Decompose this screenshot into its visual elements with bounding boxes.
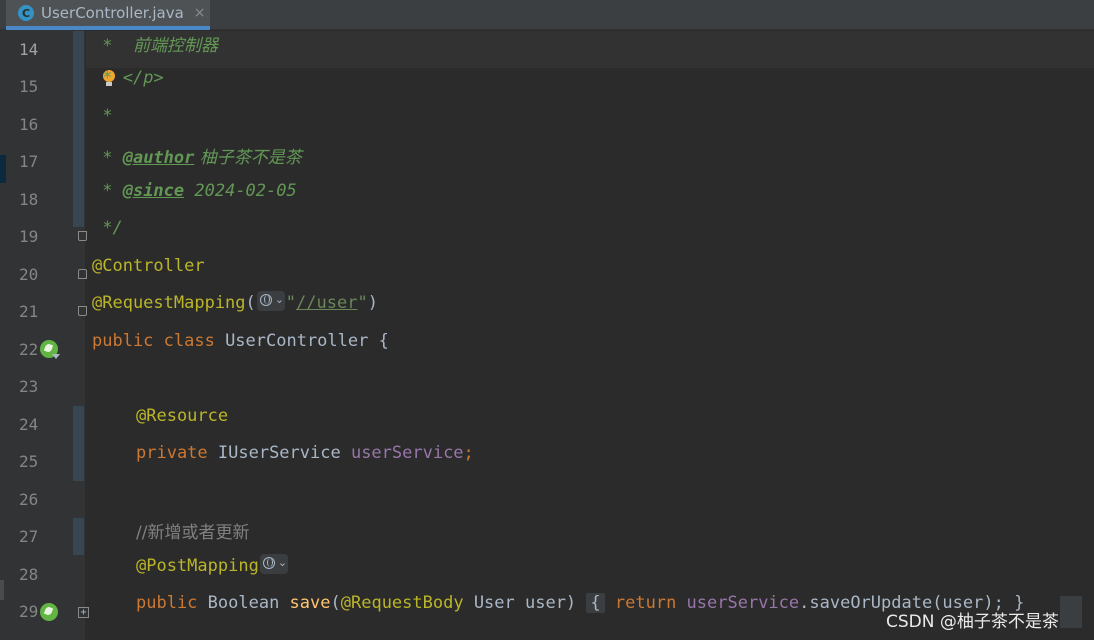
tool-window-strip bbox=[0, 30, 7, 640]
line-number: 27 bbox=[19, 527, 39, 546]
annotation: @RequestMapping bbox=[92, 293, 246, 313]
strip-marker bbox=[0, 155, 6, 183]
watermark: CSDN @柚子茶不是茶 bbox=[886, 612, 1059, 632]
code-line[interactable]: //新增或者更新 bbox=[136, 518, 249, 555]
code-line[interactable]: * 前端控制器 bbox=[92, 31, 218, 68]
semicolon: ; bbox=[463, 443, 474, 463]
strip-marker bbox=[0, 580, 4, 600]
comment-text: </p> bbox=[122, 68, 164, 88]
javadoc-tag: @author bbox=[122, 148, 195, 168]
type-name: IUserService bbox=[217, 443, 351, 463]
line-number: 20 bbox=[19, 265, 39, 284]
class-name: UserController bbox=[225, 331, 369, 351]
line-number-gutter: 14 15 16 17 18 19 20 21 22 23 24 25 26 2… bbox=[7, 30, 72, 640]
close-icon[interactable]: × bbox=[194, 5, 206, 21]
method-name: save bbox=[289, 593, 331, 613]
string-quote: " bbox=[285, 293, 297, 313]
line-number: 28 bbox=[19, 565, 39, 584]
url-hint-icon[interactable]: ⌄ bbox=[259, 554, 288, 574]
paren: ( bbox=[245, 293, 256, 313]
keyword: public class bbox=[92, 331, 226, 351]
fold-expand-icon[interactable]: + bbox=[78, 607, 89, 618]
class-c-icon: C bbox=[18, 5, 34, 21]
line-number: 21 bbox=[19, 302, 39, 321]
code-line[interactable]: * @since 2024-02-05 bbox=[92, 181, 297, 218]
annotation: @Resource bbox=[136, 406, 229, 426]
code-line[interactable]: * @author 柚子茶不是茶 bbox=[92, 143, 302, 180]
comment-star: * bbox=[92, 148, 123, 168]
url-link[interactable]: //user bbox=[296, 293, 357, 313]
comment-text: 柚子茶不是茶 bbox=[194, 148, 302, 168]
keyword: public bbox=[136, 593, 208, 613]
string-quote: " bbox=[357, 293, 368, 313]
code-line[interactable]: private IUserService userService; bbox=[136, 443, 474, 480]
keyword: private bbox=[136, 443, 218, 463]
field-name: userService bbox=[350, 443, 464, 463]
keyword: return bbox=[604, 593, 687, 613]
fold-end-icon[interactable] bbox=[78, 306, 87, 316]
fold-end-icon[interactable] bbox=[78, 231, 87, 241]
annotation: @Controller bbox=[92, 256, 205, 276]
comment-star: * bbox=[92, 68, 123, 88]
comment-end: */ bbox=[92, 218, 123, 238]
line-number: 15 bbox=[19, 77, 39, 96]
paren: ( bbox=[330, 593, 341, 613]
folded-region[interactable]: { bbox=[586, 593, 605, 613]
vcs-change-marker[interactable] bbox=[73, 31, 84, 227]
annotation: @RequestBody bbox=[340, 593, 464, 613]
code-line[interactable]: public class UserController { bbox=[92, 331, 389, 368]
folded-region-end[interactable] bbox=[1060, 596, 1082, 628]
comment-star: * bbox=[92, 36, 133, 56]
editor-tab-bar: C UserController.java × bbox=[0, 0, 1094, 30]
line-comment: //新增或者更新 bbox=[136, 523, 250, 543]
line-number: 14 bbox=[19, 40, 39, 59]
current-line-highlight bbox=[86, 31, 1094, 68]
comment-text: 前端控制器 bbox=[132, 36, 218, 56]
javadoc-tag: @since bbox=[122, 181, 185, 201]
line-number: 26 bbox=[19, 490, 39, 509]
code-line[interactable]: * </p> bbox=[92, 68, 164, 105]
line-number: 23 bbox=[19, 377, 39, 396]
comment-text: 2024-02-05 bbox=[184, 181, 297, 201]
code-line[interactable]: @PostMapping ⌄ bbox=[136, 554, 289, 593]
vcs-change-marker[interactable] bbox=[73, 406, 84, 481]
code-line[interactable]: */ bbox=[92, 218, 123, 255]
comment-star: * bbox=[92, 181, 123, 201]
line-number: 24 bbox=[19, 415, 39, 434]
paren: ) bbox=[367, 293, 378, 313]
annotation: @PostMapping bbox=[136, 556, 259, 576]
parameters: User user) bbox=[463, 593, 587, 613]
line-number: 19 bbox=[19, 227, 39, 246]
code-line[interactable]: * bbox=[92, 106, 112, 143]
brace: { bbox=[368, 331, 389, 351]
code-line[interactable]: @Controller bbox=[92, 256, 205, 293]
url-hint-icon[interactable]: ⌄ bbox=[256, 291, 285, 311]
code-line[interactable]: @Resource bbox=[136, 406, 228, 443]
comment-star: * bbox=[92, 106, 113, 126]
line-number: 16 bbox=[19, 115, 39, 134]
field-name: userService bbox=[686, 593, 800, 613]
fold-start-icon[interactable] bbox=[78, 269, 87, 279]
line-number: 17 bbox=[19, 152, 39, 171]
spring-endpoint-icon[interactable] bbox=[40, 603, 58, 621]
vcs-change-marker[interactable] bbox=[73, 518, 84, 555]
tab-usercontroller[interactable]: C UserController.java × bbox=[6, 0, 210, 30]
line-number: 25 bbox=[19, 452, 39, 471]
type-name: Boolean bbox=[207, 593, 290, 613]
tab-label: UserController.java bbox=[41, 4, 184, 22]
chevron-down-icon bbox=[52, 354, 60, 359]
line-number: 18 bbox=[19, 190, 39, 209]
code-line[interactable]: @RequestMapping(⌄ "//user") bbox=[92, 291, 378, 330]
